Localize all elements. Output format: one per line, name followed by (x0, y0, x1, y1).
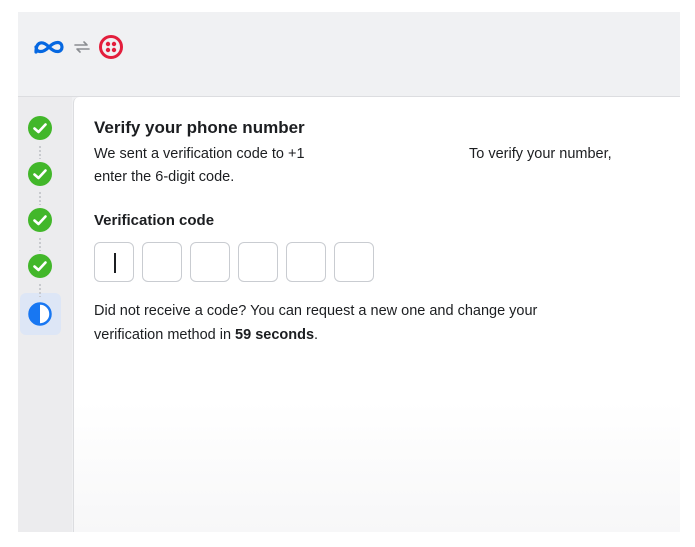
resend-prefix: verification method in (94, 327, 236, 343)
step-1-check-circle-icon (27, 115, 53, 141)
description-text-line2: enter the 6-digit code. (94, 169, 235, 185)
description-text-part2: To verify your number, (469, 146, 612, 162)
code-digit-4-input[interactable] (238, 242, 278, 282)
code-digit-1-input[interactable] (94, 242, 134, 282)
step-2-check-circle-icon (27, 161, 53, 187)
top-bar (18, 12, 680, 97)
description-text-part1: We sent a verification code to +1 (94, 146, 305, 162)
resend-suffix: . (314, 327, 319, 343)
code-digit-5-input[interactable] (286, 242, 326, 282)
verification-code-label: Verification code (94, 212, 215, 229)
meta-logo-icon (32, 36, 66, 58)
step-connector (39, 145, 41, 159)
code-digit-3-input[interactable] (190, 242, 230, 282)
step-connector (39, 191, 41, 205)
code-digit-2-input[interactable] (142, 242, 182, 282)
resend-countdown: 59 seconds (235, 327, 315, 343)
app-frame: Verify your phone number We sent a verif… (18, 12, 680, 532)
page-title: Verify your phone number (94, 118, 305, 137)
sync-icon (72, 38, 92, 56)
step-connector (39, 237, 41, 251)
code-digit-6-input[interactable] (334, 242, 374, 282)
progress-sidebar (18, 97, 72, 532)
resend-text-line1: Did not receive a code? You can request … (94, 303, 538, 319)
twilio-logo-icon (98, 34, 124, 60)
resend-text-line2: verification method in 59 seconds. (94, 327, 318, 343)
step-5-half-circle-icon (27, 301, 53, 327)
step-connector (39, 283, 41, 297)
verification-code-inputs (94, 242, 374, 282)
step-3-check-circle-icon (27, 207, 53, 233)
step-4-check-circle-icon (27, 253, 53, 279)
logo-row (32, 34, 124, 60)
verification-panel: Verify your phone number We sent a verif… (73, 97, 680, 532)
